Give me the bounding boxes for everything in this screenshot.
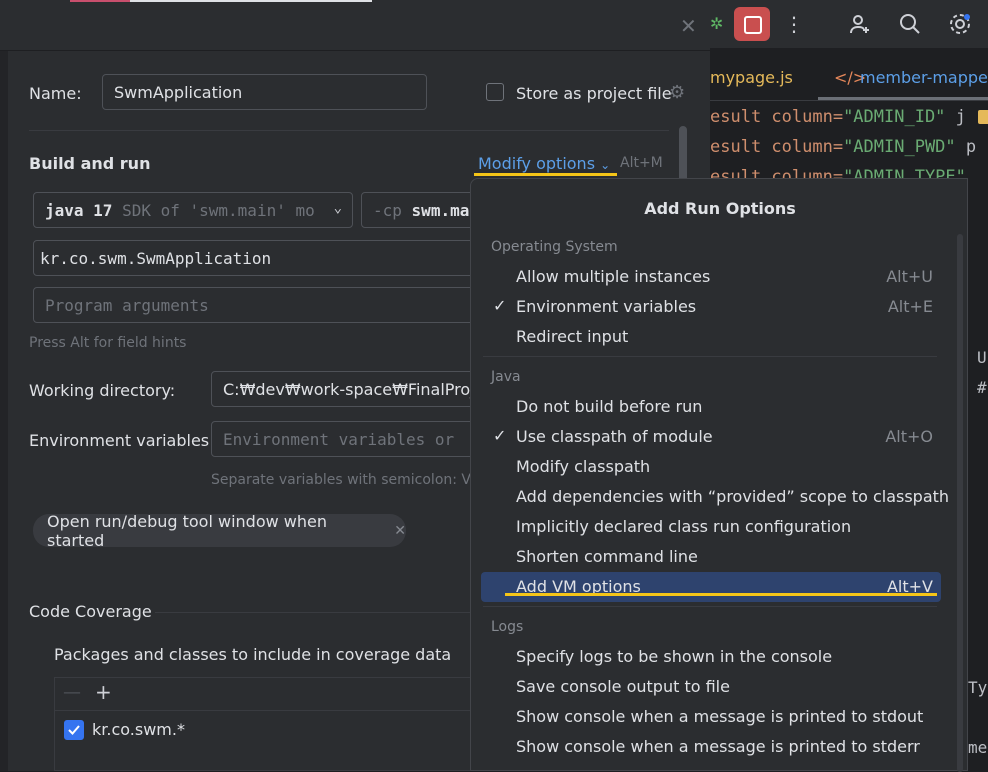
group-header-os: Operating System [491, 239, 618, 255]
add-icon[interactable]: + [95, 680, 112, 704]
warning-icon [978, 110, 988, 124]
option-add-dependencies-provided[interactable]: Add dependencies with “provided” scope t… [481, 482, 949, 512]
dialog-scrollbar[interactable] [679, 126, 687, 186]
divider [29, 130, 669, 131]
divider [483, 606, 937, 607]
modify-options-shortcut: Alt+M [620, 155, 663, 171]
settings-icon[interactable] [948, 12, 972, 36]
code-line: esult column="ADMIN_ID" j [710, 107, 966, 127]
coverage-toolbar: — + [55, 678, 473, 711]
popup-title: Add Run Options [644, 199, 796, 218]
close-icon[interactable]: ✕ [680, 14, 697, 38]
chevron-down-icon: ⌄ [600, 158, 611, 172]
close-icon[interactable]: ✕ [394, 523, 406, 539]
program-arguments-field[interactable]: Program arguments [33, 287, 493, 323]
coverage-item-label: kr.co.swm.* [92, 720, 185, 739]
header-accent [130, 0, 372, 2]
jdk-select[interactable]: java 17 SDK of 'swm.main' mo ⌄ [33, 192, 353, 228]
check-icon: ✓ [493, 296, 507, 315]
option-environment-variables[interactable]: ✓ Environment variables Alt+E [481, 292, 941, 322]
option-implicit-class-run-config[interactable]: Implicitly declared class run configurat… [481, 512, 941, 542]
option-shorten-command-line[interactable]: Shorten command line [481, 542, 941, 572]
debug-icon[interactable]: ✲ [710, 14, 723, 33]
option-allow-multiple-instances[interactable]: Allow multiple instances Alt+U [481, 262, 941, 292]
run-tool-window-chip[interactable]: Open run/debug tool window when started … [33, 512, 406, 550]
option-save-console-output[interactable]: Save console output to file [481, 672, 941, 702]
search-icon[interactable] [898, 12, 922, 36]
popup-scrollbar[interactable] [957, 234, 963, 772]
store-project-label: Store as project file [516, 84, 672, 103]
code-coverage-title: Code Coverage [29, 602, 152, 621]
main-class-field[interactable]: kr.co.swm.SwmApplication [33, 240, 493, 276]
option-show-console-stderr[interactable]: Show console when a message is printed t… [481, 732, 941, 762]
divider [155, 612, 475, 613]
store-project-checkbox[interactable] [486, 83, 504, 101]
code-fragment: me [968, 738, 988, 757]
stop-button[interactable] [734, 7, 770, 41]
add-run-options-popup: Add Run Options Operating System Allow m… [470, 178, 968, 772]
tab-active-underline [818, 97, 988, 100]
more-icon[interactable]: ⋮ [782, 12, 806, 36]
coverage-item-checkbox[interactable] [64, 720, 84, 740]
build-run-heading: Build and run [29, 154, 151, 173]
remove-icon[interactable]: — [63, 682, 81, 703]
add-user-icon[interactable] [848, 12, 872, 36]
coverage-description: Packages and classes to include in cover… [54, 645, 452, 664]
editor-toolbar: ✲ ⋮ [710, 0, 988, 48]
header-accent [70, 0, 130, 2]
stop-icon [744, 16, 762, 34]
working-directory-field[interactable]: C:₩dev₩work-space₩FinalProject [211, 371, 491, 407]
code-fragment: U [977, 348, 987, 367]
option-modify-classpath[interactable]: Modify classpath [481, 452, 941, 482]
gear-icon[interactable]: ⚙ [669, 82, 685, 103]
environment-variables-field[interactable]: Environment variables or [211, 421, 491, 457]
chevron-down-icon: ⌄ [333, 200, 342, 216]
option-show-console-stdout[interactable]: Show console when a message is printed t… [481, 702, 941, 732]
option-add-vm-options[interactable]: Add VM options Alt+V [481, 572, 941, 602]
group-header-java: Java [491, 369, 521, 385]
tab-member-mapper[interactable]: member-mapper. [860, 68, 988, 87]
group-header-logs: Logs [491, 619, 524, 635]
working-directory-label: Working directory: [29, 381, 176, 400]
modify-options-link[interactable]: Modify options ⌄ [478, 154, 610, 173]
option-do-not-build[interactable]: Do not build before run [481, 392, 941, 422]
code-fragment: # [977, 378, 987, 397]
name-label: Name: [29, 84, 82, 103]
field-hint: Press Alt for field hints [29, 335, 187, 351]
name-field[interactable]: SwmApplication [102, 74, 427, 110]
env-hint: Separate variables with semicolon: VA [211, 472, 480, 488]
highlight-underline [474, 173, 617, 176]
dialog-header: ✕ [0, 0, 710, 51]
editor-tabs: mypage.js </> member-mapper. [710, 60, 988, 101]
code-line: esult column="ADMIN_PWD" p [710, 137, 977, 157]
option-redirect-input[interactable]: Redirect input [481, 322, 941, 352]
dialog-left-strip [0, 51, 8, 771]
environment-variables-label: Environment variables: [29, 431, 215, 450]
divider [483, 356, 937, 357]
highlight-underline [505, 593, 937, 596]
option-specify-logs[interactable]: Specify logs to be shown in the console [481, 642, 941, 672]
code-fragment: Ty [968, 678, 988, 697]
tab-mypage[interactable]: mypage.js [710, 68, 793, 87]
coverage-list: — + kr.co.swm.* [54, 677, 474, 771]
check-icon: ✓ [493, 426, 507, 445]
option-use-classpath-of-module[interactable]: ✓ Use classpath of module Alt+O [481, 422, 941, 452]
